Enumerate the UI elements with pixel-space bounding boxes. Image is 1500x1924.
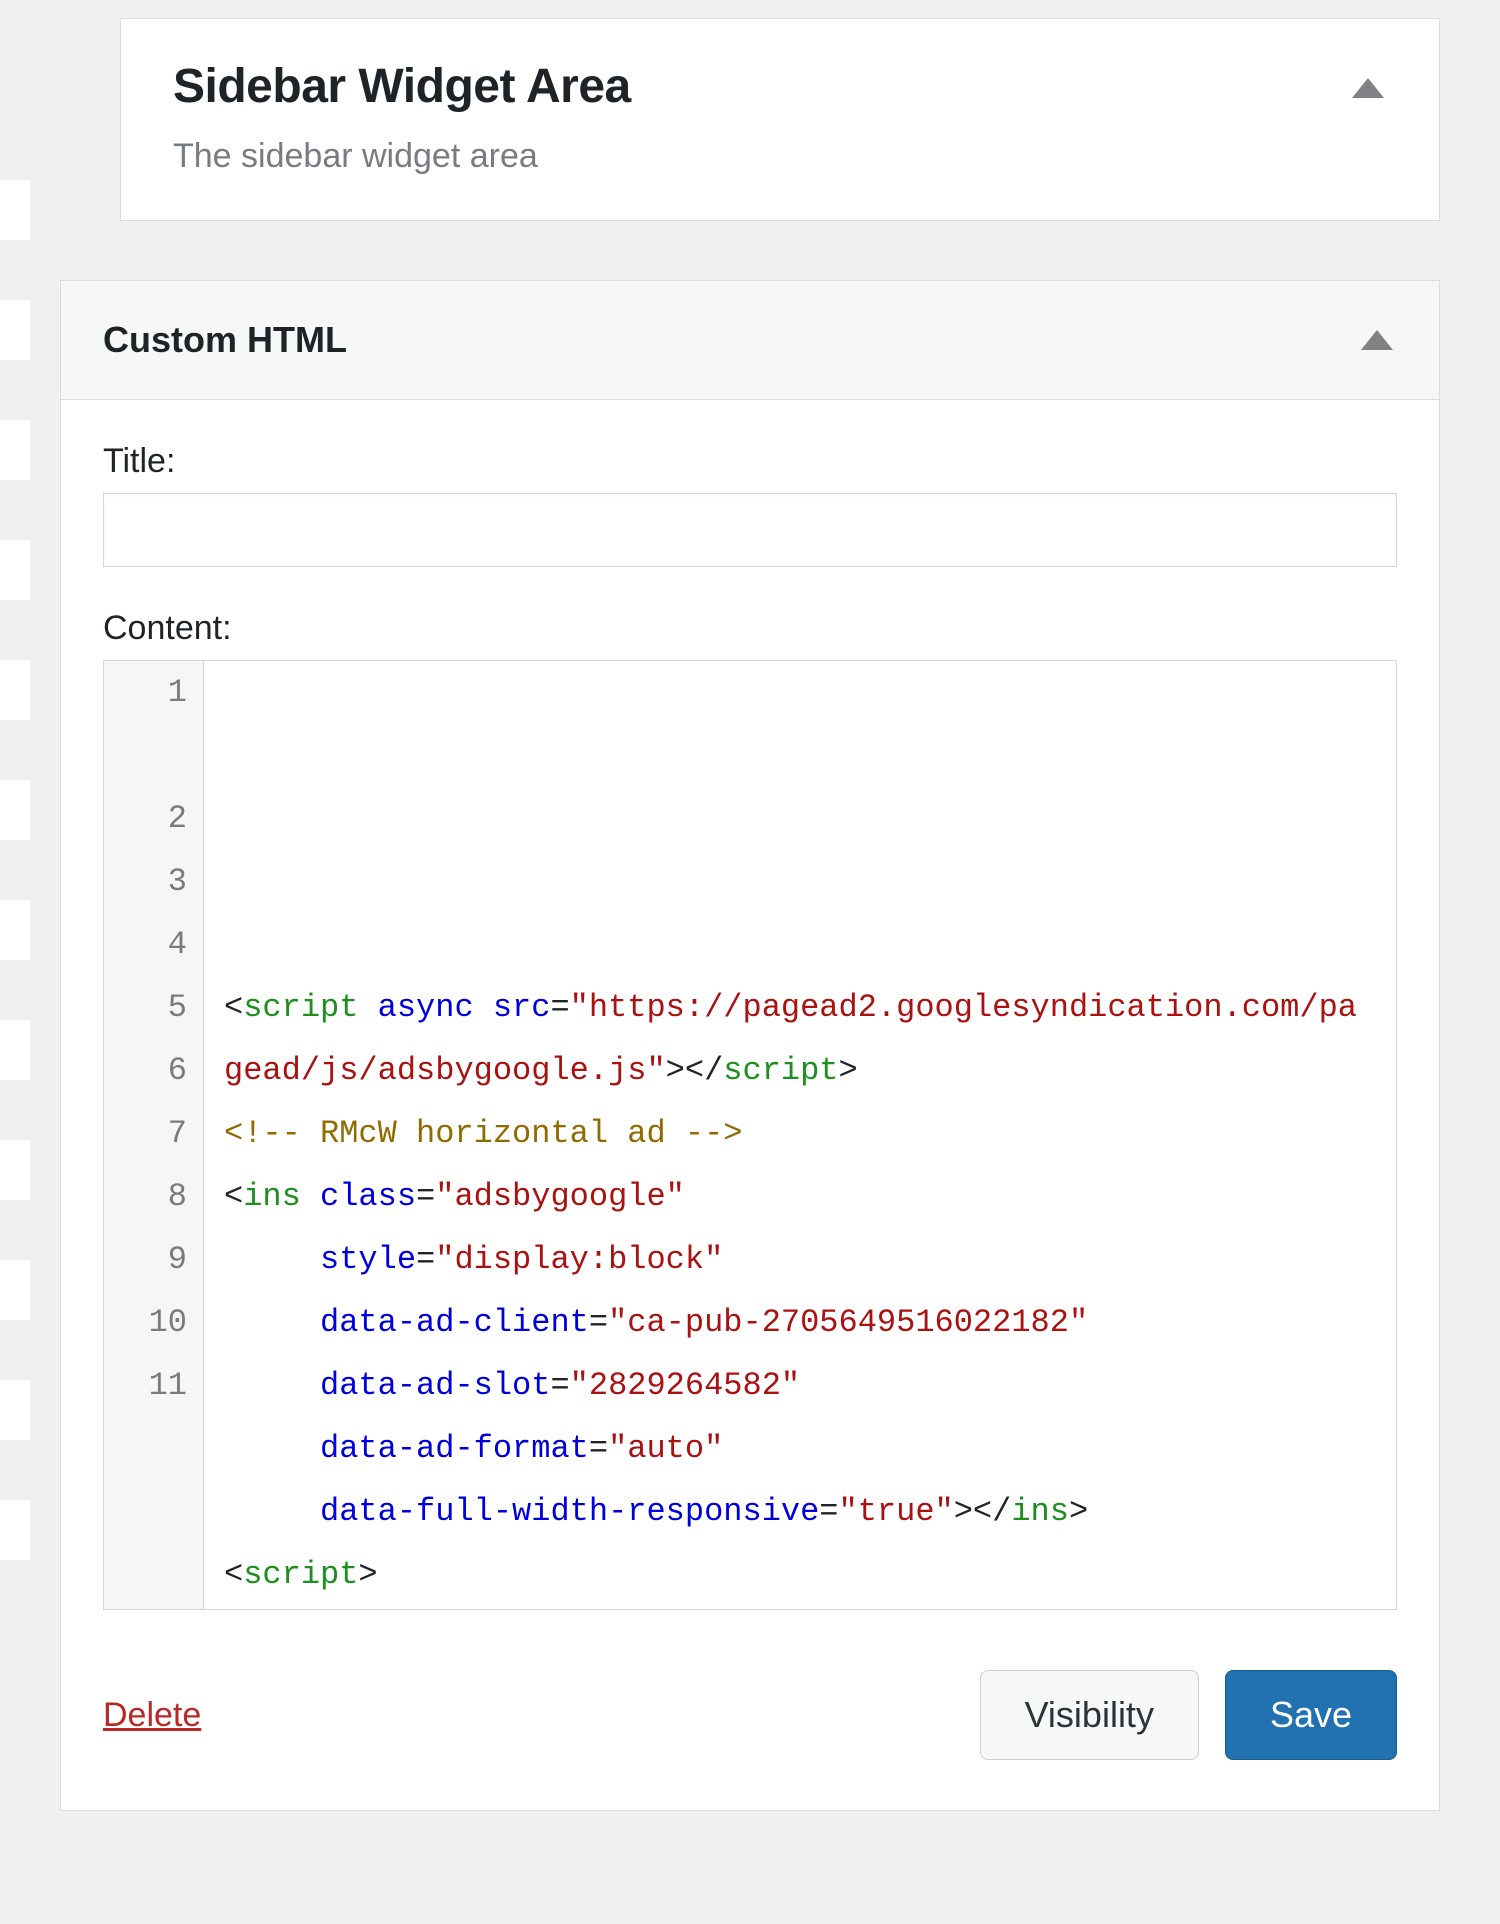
collapse-area-button[interactable] [1347,67,1389,109]
widget-type-label: Custom HTML [103,319,347,361]
delete-widget-link[interactable]: Delete [103,1696,201,1735]
editor-gutter: 1234567891011 [104,661,204,1609]
widget-footer: Delete Visibility Save [61,1626,1439,1810]
visibility-button[interactable]: Visibility [980,1670,1199,1760]
widget-header[interactable]: Custom HTML [61,281,1439,400]
widget-area-title: Sidebar Widget Area [173,59,1387,114]
left-rail [0,0,40,1620]
chevron-up-icon [1352,78,1384,98]
content-field-label: Content: [103,609,1397,648]
widget-panel: Custom HTML Title: Content: 123456789101… [60,280,1440,1811]
widget-title-input[interactable] [103,493,1397,567]
title-field-label: Title: [103,442,1397,481]
widget-area-description: The sidebar widget area [173,134,1387,178]
collapse-widget-button[interactable] [1357,320,1397,360]
save-button[interactable]: Save [1225,1670,1397,1760]
content-code-editor[interactable]: 1234567891011 <script async src="https:/… [103,660,1397,1610]
editor-code-area[interactable]: <script async src="https://pagead2.googl… [204,661,1396,1609]
chevron-up-icon [1361,330,1393,350]
widget-body: Title: Content: 1234567891011 <script as… [61,400,1439,1626]
widget-area-header[interactable]: Sidebar Widget Area The sidebar widget a… [120,18,1440,221]
